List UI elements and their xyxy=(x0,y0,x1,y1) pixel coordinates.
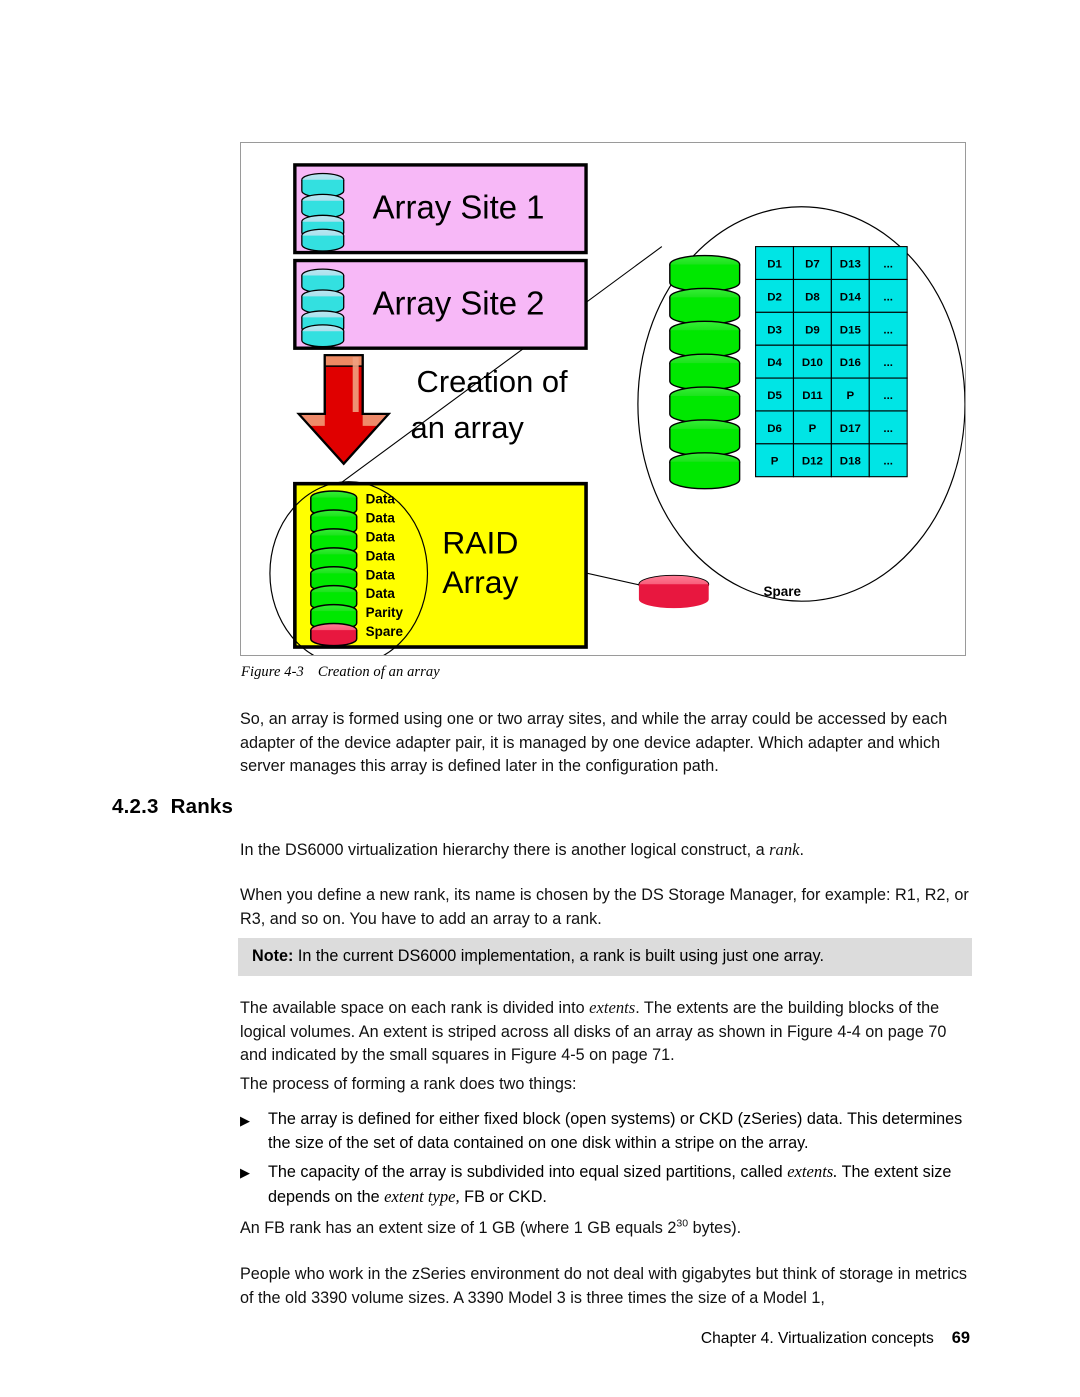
svg-text:Data: Data xyxy=(366,567,396,582)
extent-cell-label: P xyxy=(846,390,854,402)
extent-cell-label: D5 xyxy=(767,390,782,402)
extent-grid: D1 D7 D13 ... D2 D8 D14 ... D3 D9 D15 ... D4 D10 D16..… xyxy=(755,246,908,478)
extent-cell-label: D4 xyxy=(767,357,782,369)
extent-cell-label: D7 xyxy=(805,259,820,271)
extent-cell-label: D6 xyxy=(767,423,782,435)
svg-text:Parity: Parity xyxy=(366,605,404,620)
extent-cell-label: D12 xyxy=(802,456,823,468)
extent-cell-label: D9 xyxy=(805,324,820,336)
footer-chapter: Chapter 4. Virtualization concepts xyxy=(700,1330,934,1347)
note-box: Note: In the current DS6000 implementati… xyxy=(238,938,972,976)
svg-text:Data: Data xyxy=(366,511,396,526)
svg-text:Data: Data xyxy=(366,492,396,507)
bullet-item-1-text: The array is defined for either fixed bl… xyxy=(268,1110,963,1152)
paragraph-fb-pre: An FB rank has an extent size of 1 GB (w… xyxy=(240,1219,677,1237)
term-extents: extents xyxy=(589,998,636,1017)
paragraph-rank-process: The process of forming a rank does two t… xyxy=(240,1075,577,1093)
svg-text:Data: Data xyxy=(366,529,396,544)
extent-cell-label: D18 xyxy=(840,456,862,468)
extent-cell-label: D1 xyxy=(767,259,782,271)
page-footer: Chapter 4. Virtualization concepts 69 xyxy=(240,1329,970,1348)
extent-cell-label: D13 xyxy=(840,259,861,271)
raid-array-label-line1: RAID xyxy=(442,524,518,560)
figure-graphic: Array Site 1 Array Site 2 Creation of an… xyxy=(269,163,965,655)
bullet-item-2: ▶ The capacity of the array is subdivide… xyxy=(240,1160,970,1209)
extent-cell-label: D3 xyxy=(767,324,782,336)
spare-disk-icon xyxy=(638,574,710,609)
array-site-2-disk-stack xyxy=(301,268,345,348)
magnified-disk-column xyxy=(669,254,741,490)
extent-cell-label: D16 xyxy=(840,357,861,369)
document-page: Array Site 1 Array Site 2 Creation of an… xyxy=(0,0,1080,1397)
extent-cell-label: ... xyxy=(883,291,893,303)
term-extents-2: extents. xyxy=(787,1162,838,1181)
svg-text:Spare: Spare xyxy=(366,624,404,639)
paragraph-rank-definition: In the DS6000 virtualization hierarchy t… xyxy=(240,838,970,863)
section-heading-title: Ranks xyxy=(170,795,234,818)
exponent-30: 30 xyxy=(676,1217,689,1230)
term-rank: rank xyxy=(769,840,800,859)
paragraph-rank-naming: When you define a new rank, its name is … xyxy=(240,886,969,928)
paragraph-rank-pre: In the DS6000 virtualization hierarchy t… xyxy=(240,841,770,859)
array-site-1-label: Array Site 1 xyxy=(373,189,545,226)
note-body: In the current DS6000 implementation, a … xyxy=(293,947,824,965)
extent-cell-label: D10 xyxy=(802,357,823,369)
extent-cell-label: ... xyxy=(883,324,893,336)
extent-cell-label: D17 xyxy=(840,423,861,435)
paragraph-extents-pre: The available space on each rank is divi… xyxy=(240,999,590,1017)
extent-cell-label: ... xyxy=(883,390,893,402)
figure-caption-number: Figure 4-3 xyxy=(241,664,304,680)
paragraph-fb-post: bytes). xyxy=(688,1219,742,1237)
paragraph-rank-post: . xyxy=(799,841,805,859)
term-extent-type: extent type, xyxy=(384,1186,460,1206)
paragraph-fb-rank: An FB rank has an extent size of 1 GB (w… xyxy=(240,1217,970,1241)
bullet-arrow-icon: ▶ xyxy=(240,1113,250,1128)
raid-spare-disk xyxy=(310,622,358,647)
figure-caption: Figure 4-3 Creation of an array xyxy=(241,664,440,681)
paragraph-zseries: People who work in the zSeries environme… xyxy=(240,1265,968,1307)
raid-array-label-line2: Array xyxy=(442,564,518,600)
extent-cell-label: D11 xyxy=(802,390,823,402)
extent-cell-label: D14 xyxy=(840,291,862,303)
creation-label-line1: Creation of xyxy=(417,364,569,399)
bullet-item-1: ▶ The array is defined for either fixed … xyxy=(240,1108,970,1155)
bullet-item-2-text: The capacity of the array is subdivided … xyxy=(268,1160,970,1209)
extent-cell-label: ... xyxy=(883,456,893,468)
footer-page-number: 69 xyxy=(951,1329,970,1347)
extent-cell-label: D8 xyxy=(805,291,820,303)
figure-4-3: Array Site 1 Array Site 2 Creation of an… xyxy=(240,142,966,656)
note-label: Note: xyxy=(252,947,294,965)
extent-cell-label: P xyxy=(771,456,779,468)
note-text: Note: In the current DS6000 implementati… xyxy=(252,947,824,966)
section-heading: 4.2.3 Ranks xyxy=(112,795,233,819)
figure-caption-text: Creation of an array xyxy=(317,664,440,680)
creation-label-line2: an array xyxy=(411,410,525,445)
raid-disk-stack xyxy=(310,490,358,647)
svg-text:Data: Data xyxy=(366,586,396,601)
bullet-arrow-icon: ▶ xyxy=(240,1165,250,1180)
paragraph-intro: So, an array is formed using one or two … xyxy=(240,710,948,775)
bullet-2-pre: The capacity of the array is subdivided … xyxy=(268,1163,788,1181)
creation-arrow-icon xyxy=(296,354,392,466)
extent-cell-label: ... xyxy=(883,423,893,435)
section-heading-number: 4.2.3 xyxy=(112,795,159,818)
extent-cell-label: ... xyxy=(883,357,893,369)
spare-disk-label: Spare xyxy=(764,584,802,599)
bullet-2-post: FB or CKD. xyxy=(459,1187,547,1206)
extent-cell-label: D2 xyxy=(767,291,782,303)
svg-text:Data: Data xyxy=(366,548,396,563)
array-site-1-disk-stack xyxy=(301,172,345,252)
extent-cell-label: D15 xyxy=(840,324,862,336)
array-site-2-label: Array Site 2 xyxy=(373,284,545,321)
extent-cell-label: ... xyxy=(883,259,893,271)
extent-cell-label: P xyxy=(809,423,817,435)
paragraph-extents: The available space on each rank is divi… xyxy=(240,996,970,1068)
